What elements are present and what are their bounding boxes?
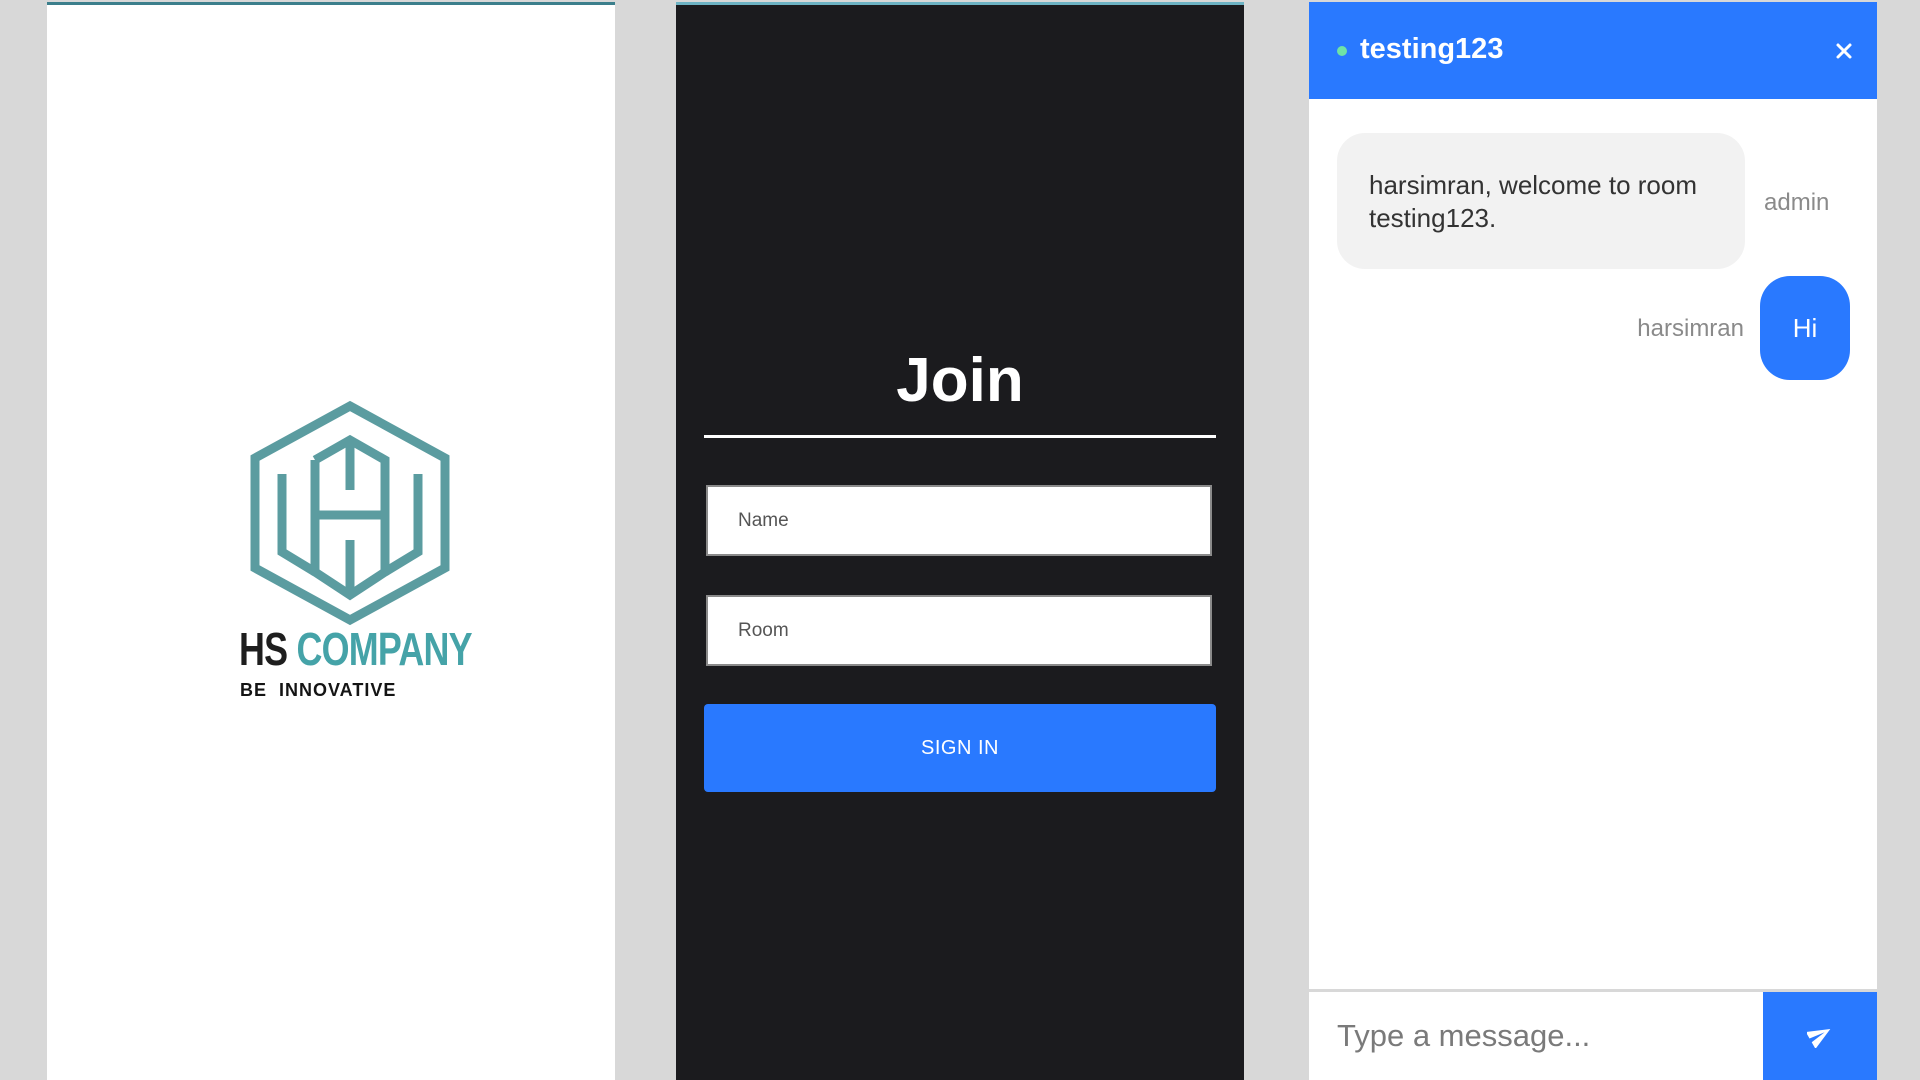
chat-header: testing123 <box>1309 2 1877 99</box>
send-icon <box>1805 1022 1833 1051</box>
message-input[interactable] <box>1309 992 1763 1080</box>
message-bubble-sent: Hi <box>1760 276 1850 380</box>
online-dot-icon <box>1337 46 1347 56</box>
title-divider <box>704 435 1216 438</box>
sign-in-button[interactable]: SIGN IN <box>704 704 1216 792</box>
chat-screen: testing123 harsimran, welcome to room te… <box>1309 2 1877 1080</box>
room-name: testing123 <box>1360 33 1504 65</box>
send-button[interactable] <box>1763 992 1877 1080</box>
splash-screen: HS COMPANY BE INNOVATIVE <box>47 2 615 1080</box>
name-input[interactable] <box>706 485 1212 556</box>
brand-tagline: BE INNOVATIVE <box>240 680 397 700</box>
join-screen: Join SIGN IN <box>676 2 1244 1080</box>
brand-primary: HS <box>239 623 288 675</box>
message-sender: harsimran <box>1637 315 1744 342</box>
message-bubble-received: harsimran, welcome to room testing123. <box>1337 133 1745 269</box>
room-input[interactable] <box>706 595 1212 666</box>
message-sender: admin <box>1764 189 1830 216</box>
brand-name: HS COMPANY <box>239 622 473 676</box>
close-icon[interactable] <box>1831 38 1857 64</box>
join-title: Join <box>896 346 1024 415</box>
brand-secondary: COMPANY <box>296 623 472 675</box>
